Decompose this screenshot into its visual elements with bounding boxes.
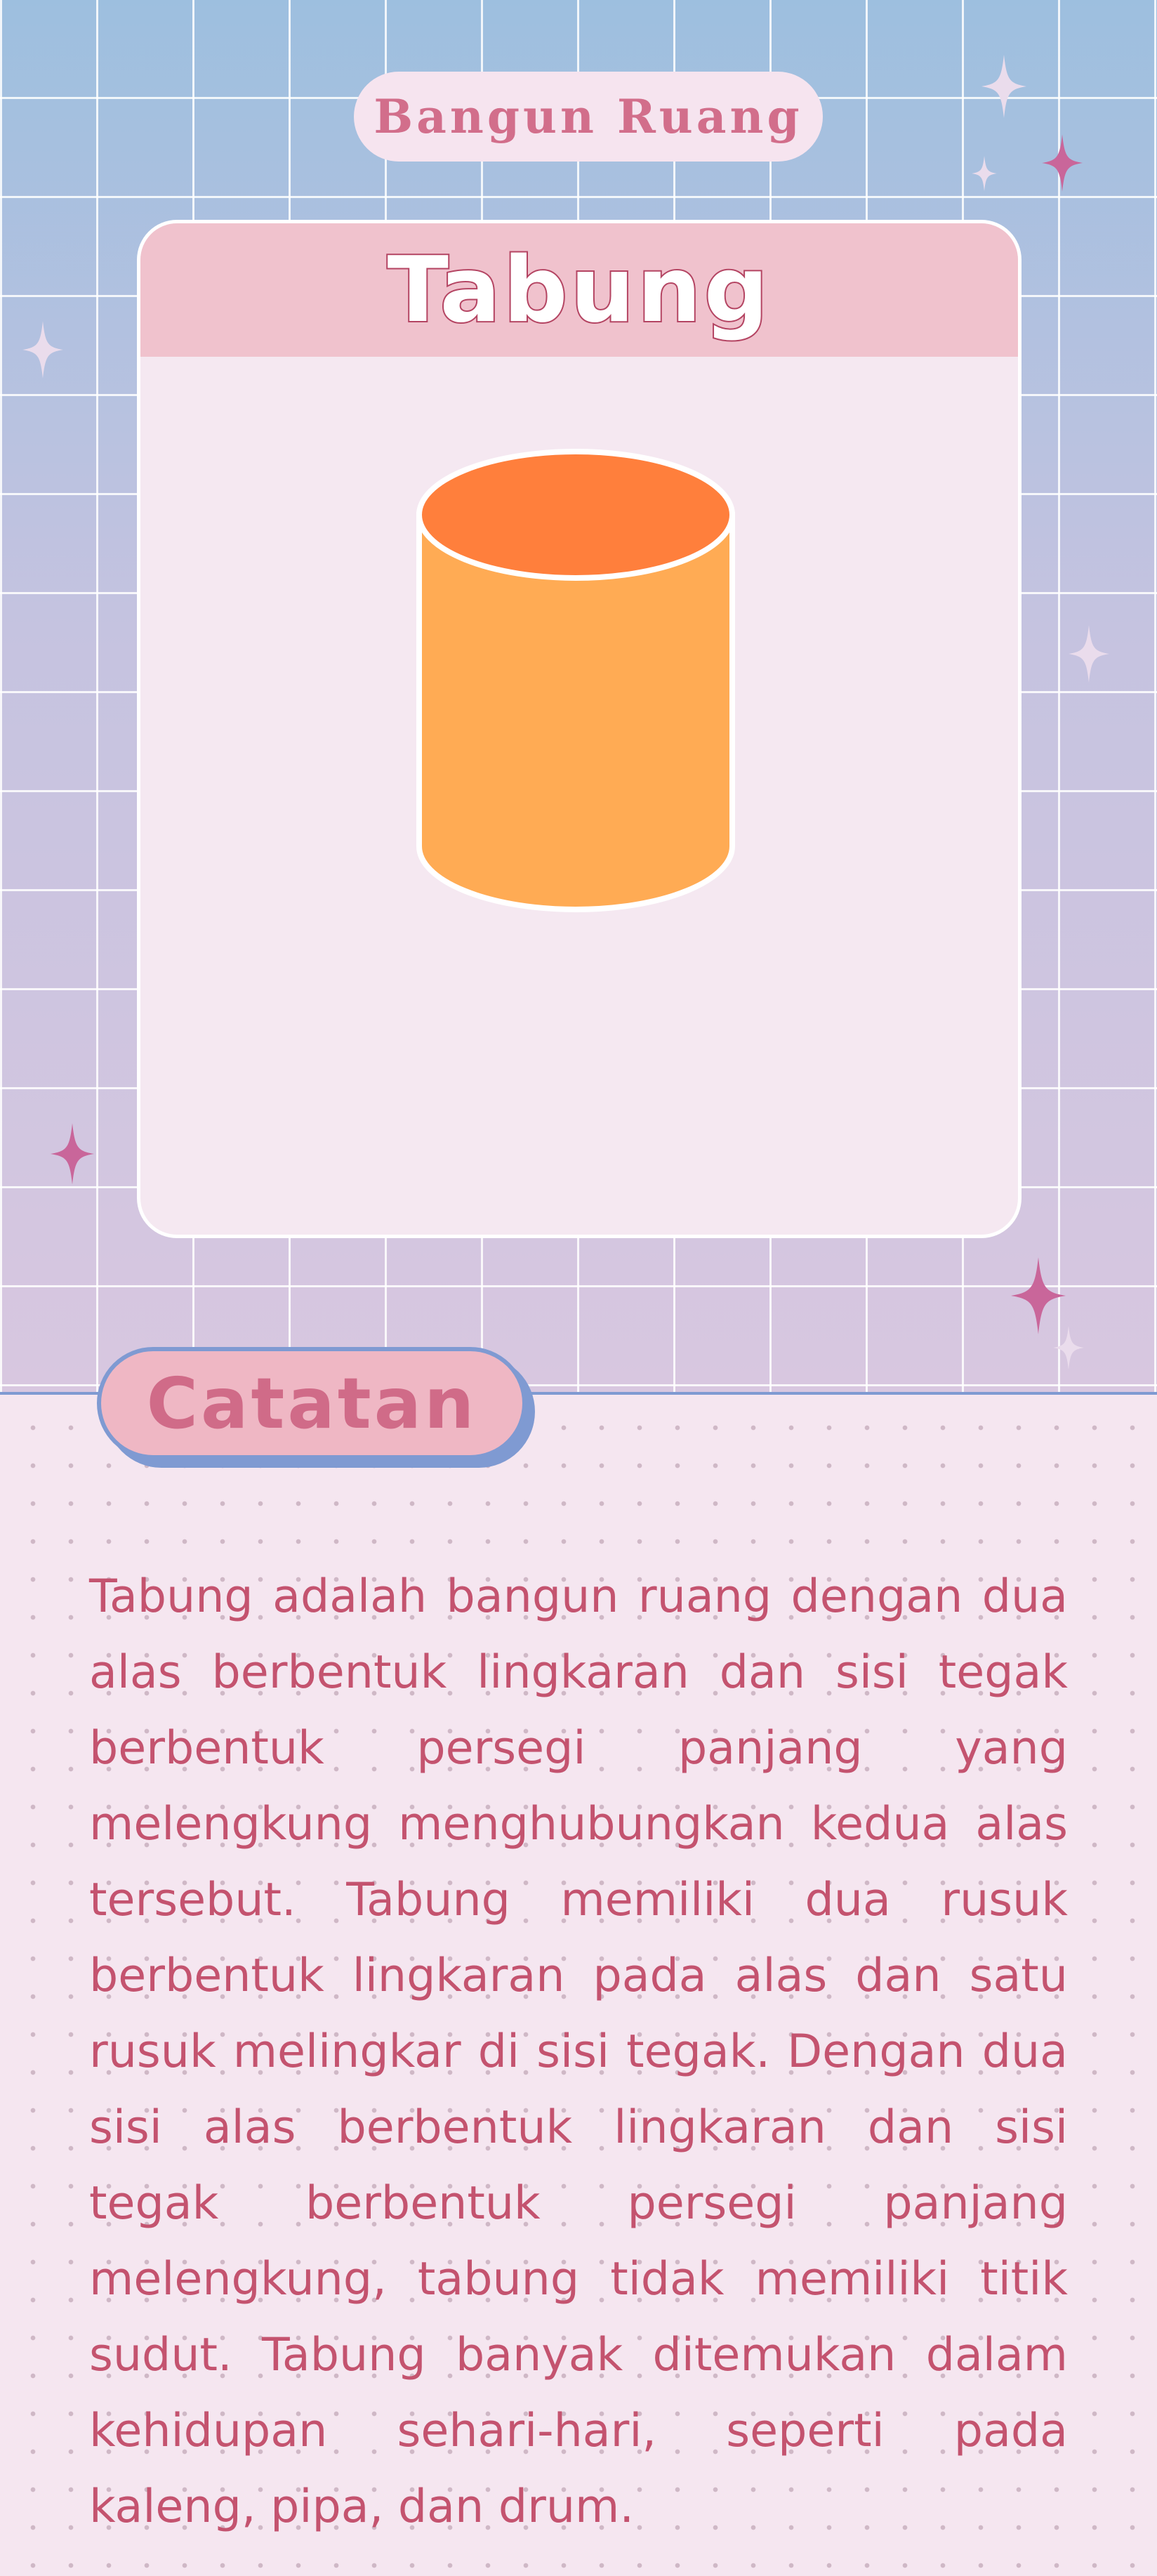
sparkle-icon — [1011, 1257, 1066, 1334]
sparkle-icon — [51, 1123, 94, 1185]
topic-pill: Bangun Ruang — [354, 72, 823, 162]
sparkle-icon — [1053, 1326, 1084, 1369]
notes-label-pill: Catatan — [97, 1347, 527, 1459]
cylinder-illustration — [416, 449, 735, 912]
card-title: Tabung — [386, 237, 772, 344]
background-grid: Bangun Ruang Tabung — [0, 0, 1157, 1395]
notes-label: Catatan — [146, 1362, 477, 1445]
sparkle-icon — [22, 321, 63, 379]
sparkle-icon — [1069, 625, 1109, 683]
topic-pill-label: Bangun Ruang — [373, 89, 803, 144]
shape-card: Tabung — [140, 223, 1018, 1235]
notes-paragraph: Tabung adalah bangun ruang dengan dua al… — [89, 1570, 1068, 2533]
card-header: Tabung — [140, 223, 1018, 357]
sparkle-icon — [981, 55, 1026, 118]
sparkle-icon — [1042, 134, 1083, 192]
sparkle-icon — [972, 156, 997, 191]
